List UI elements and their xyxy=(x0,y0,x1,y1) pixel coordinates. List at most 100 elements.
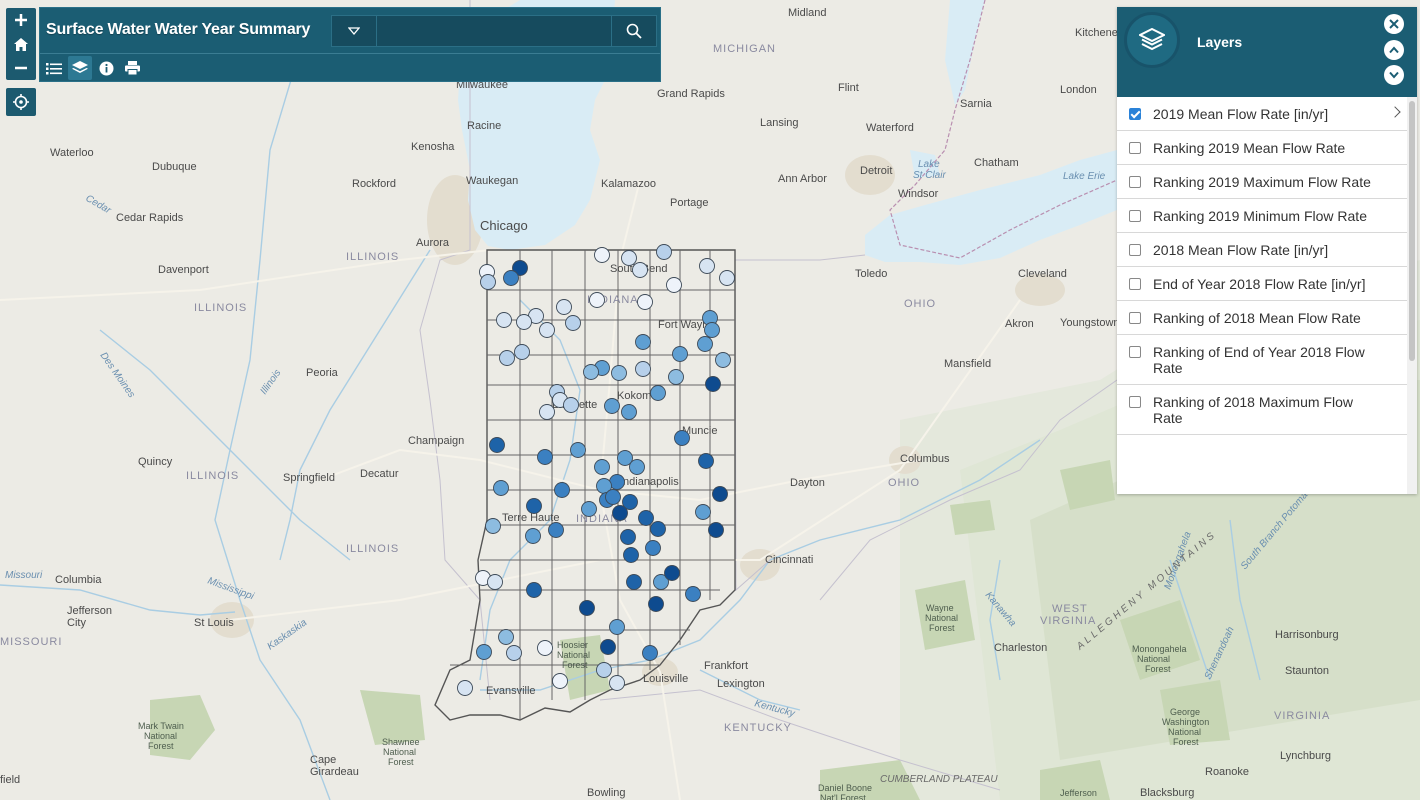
station-marker[interactable] xyxy=(476,644,492,660)
print-button[interactable] xyxy=(120,56,144,80)
station-marker[interactable] xyxy=(626,574,642,590)
station-marker[interactable] xyxy=(635,361,651,377)
station-marker[interactable] xyxy=(645,540,661,556)
layer-checkbox[interactable] xyxy=(1129,142,1141,154)
station-marker[interactable] xyxy=(715,352,731,368)
station-marker[interactable] xyxy=(705,376,721,392)
station-marker[interactable] xyxy=(605,489,621,505)
search-source-dropdown[interactable] xyxy=(332,16,377,46)
layer-item[interactable]: Ranking of End of Year 2018 Flow Rate xyxy=(1117,335,1407,385)
layer-checkbox[interactable] xyxy=(1129,244,1141,256)
station-marker[interactable] xyxy=(480,274,496,290)
station-marker[interactable] xyxy=(609,675,625,691)
station-marker[interactable] xyxy=(648,596,664,612)
station-marker[interactable] xyxy=(642,645,658,661)
station-marker[interactable] xyxy=(498,629,514,645)
station-marker[interactable] xyxy=(596,662,612,678)
station-marker[interactable] xyxy=(612,505,628,521)
station-marker[interactable] xyxy=(537,640,553,656)
layer-checkbox[interactable] xyxy=(1129,108,1141,120)
station-marker[interactable] xyxy=(621,250,637,266)
station-marker[interactable] xyxy=(638,510,654,526)
layer-checkbox[interactable] xyxy=(1129,346,1141,358)
station-marker[interactable] xyxy=(589,292,605,308)
locate-button[interactable] xyxy=(6,88,36,116)
station-marker[interactable] xyxy=(503,270,519,286)
station-marker[interactable] xyxy=(697,336,713,352)
station-marker[interactable] xyxy=(570,442,586,458)
station-marker[interactable] xyxy=(526,498,542,514)
layer-checkbox[interactable] xyxy=(1129,278,1141,290)
scrollbar-thumb[interactable] xyxy=(1409,101,1415,361)
station-marker[interactable] xyxy=(712,486,728,502)
station-marker[interactable] xyxy=(632,262,648,278)
station-marker[interactable] xyxy=(672,346,688,362)
station-marker[interactable] xyxy=(620,529,636,545)
station-marker[interactable] xyxy=(621,404,637,420)
station-marker[interactable] xyxy=(489,437,505,453)
station-marker[interactable] xyxy=(637,294,653,310)
station-marker[interactable] xyxy=(526,582,542,598)
station-marker[interactable] xyxy=(539,404,555,420)
station-marker[interactable] xyxy=(629,459,645,475)
panel-collapse-down-button[interactable] xyxy=(1384,65,1404,85)
station-marker[interactable] xyxy=(650,385,666,401)
station-marker[interactable] xyxy=(594,459,610,475)
layer-item[interactable]: Ranking 2019 Minimum Flow Rate xyxy=(1117,199,1407,233)
chevron-right-icon[interactable] xyxy=(1389,106,1401,118)
layer-list-scrollbar[interactable] xyxy=(1407,97,1417,494)
zoom-in-button[interactable] xyxy=(6,8,36,32)
station-marker[interactable] xyxy=(699,258,715,274)
station-marker[interactable] xyxy=(600,639,616,655)
station-marker[interactable] xyxy=(604,398,620,414)
station-marker[interactable] xyxy=(506,645,522,661)
info-button[interactable] xyxy=(94,56,118,80)
layers-button[interactable] xyxy=(68,56,92,80)
station-marker[interactable] xyxy=(496,312,512,328)
station-marker[interactable] xyxy=(548,522,564,538)
layer-checkbox[interactable] xyxy=(1129,312,1141,324)
station-marker[interactable] xyxy=(525,528,541,544)
layer-item[interactable]: Ranking 2019 Mean Flow Rate xyxy=(1117,131,1407,165)
layer-item[interactable]: Ranking of 2018 Mean Flow Rate xyxy=(1117,301,1407,335)
legend-list-button[interactable] xyxy=(42,56,66,80)
station-marker[interactable] xyxy=(581,501,597,517)
layer-item[interactable]: End of Year 2018 Flow Rate [in/yr] xyxy=(1117,267,1407,301)
station-marker[interactable] xyxy=(556,299,572,315)
layer-checkbox[interactable] xyxy=(1129,210,1141,222)
station-marker[interactable] xyxy=(516,314,532,330)
station-marker[interactable] xyxy=(719,270,735,286)
panel-close-button[interactable] xyxy=(1384,14,1404,34)
station-marker[interactable] xyxy=(685,586,701,602)
station-marker[interactable] xyxy=(537,449,553,465)
layer-checkbox[interactable] xyxy=(1129,396,1141,408)
station-marker[interactable] xyxy=(579,600,595,616)
layer-item[interactable]: Ranking 2019 Maximum Flow Rate xyxy=(1117,165,1407,199)
station-marker[interactable] xyxy=(457,680,473,696)
layer-item[interactable]: Ranking of 2018 Maximum Flow Rate xyxy=(1117,385,1407,435)
station-marker[interactable] xyxy=(668,369,684,385)
station-marker[interactable] xyxy=(499,350,515,366)
layer-item[interactable]: 2018 Mean Flow Rate [in/yr] xyxy=(1117,233,1407,267)
station-marker[interactable] xyxy=(485,518,501,534)
zoom-out-button[interactable] xyxy=(6,56,36,80)
search-button[interactable] xyxy=(611,16,656,46)
station-marker[interactable] xyxy=(650,521,666,537)
station-marker[interactable] xyxy=(664,565,680,581)
station-marker[interactable] xyxy=(695,504,711,520)
station-marker[interactable] xyxy=(493,480,509,496)
station-marker[interactable] xyxy=(539,322,555,338)
station-marker[interactable] xyxy=(623,547,639,563)
station-marker[interactable] xyxy=(704,322,720,338)
layer-checkbox[interactable] xyxy=(1129,176,1141,188)
station-marker[interactable] xyxy=(609,619,625,635)
station-marker[interactable] xyxy=(708,522,724,538)
station-marker[interactable] xyxy=(674,430,690,446)
station-marker[interactable] xyxy=(698,453,714,469)
station-marker[interactable] xyxy=(583,364,599,380)
station-marker[interactable] xyxy=(514,344,530,360)
station-marker[interactable] xyxy=(563,397,579,413)
search-input[interactable] xyxy=(377,16,611,46)
home-button[interactable] xyxy=(6,32,36,56)
station-marker[interactable] xyxy=(552,673,568,689)
